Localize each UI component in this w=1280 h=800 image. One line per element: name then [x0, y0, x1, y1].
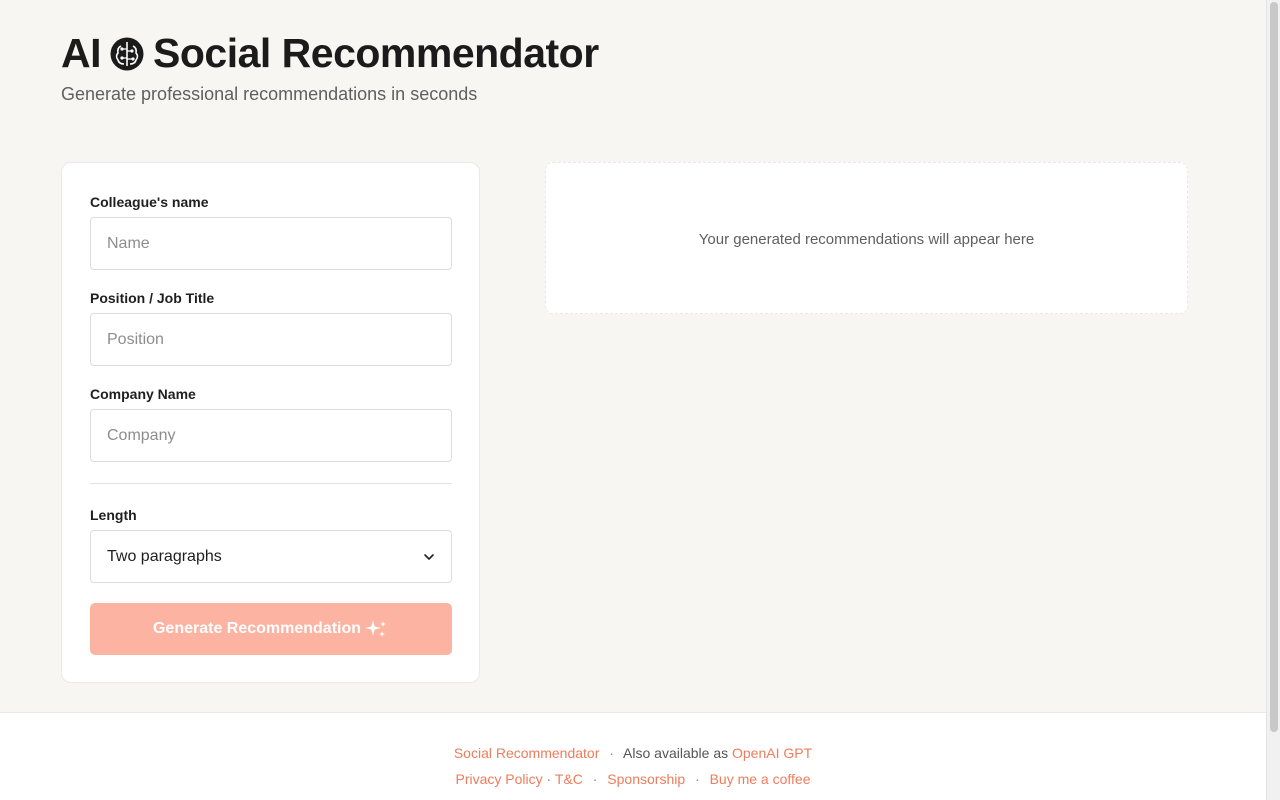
- sparkles-icon: [365, 620, 387, 637]
- footer-privacy-link[interactable]: Privacy Policy: [456, 771, 543, 787]
- vertical-scrollbar[interactable]: [1266, 0, 1280, 800]
- length-selected-value: Two paragraphs: [107, 547, 222, 565]
- footer-sponsorship-link[interactable]: Sponsorship: [607, 771, 685, 787]
- name-label: Colleague's name: [90, 194, 209, 210]
- footer-separator: ·: [546, 771, 555, 787]
- footer-tc-link[interactable]: T&C: [555, 771, 583, 787]
- scrollbar-thumb[interactable]: [1270, 2, 1278, 732]
- header: AI Social Recommendator Generate profess…: [61, 30, 599, 105]
- footer-brand-link[interactable]: Social Recommendator: [454, 745, 600, 761]
- generate-recommendation-button[interactable]: Generate Recommendation: [90, 603, 452, 655]
- footer: Social Recommendator · Also available as…: [0, 712, 1266, 800]
- company-input[interactable]: [90, 409, 452, 462]
- footer-separator: ·: [695, 771, 700, 787]
- footer-separator: ·: [592, 771, 598, 787]
- page: AI Social Recommendator Generate profess…: [0, 0, 1266, 800]
- footer-coffee-link[interactable]: Buy me a coffee: [710, 771, 811, 787]
- output-placeholder: Your generated recommendations will appe…: [698, 231, 1035, 248]
- position-label: Position / Job Title: [90, 290, 215, 306]
- footer-separator: ·: [609, 745, 614, 761]
- footer-row-2: Privacy Policy · T&C · Sponsorship · Buy…: [0, 771, 1266, 787]
- recommendation-form: Colleague's name Position / Job Title Co…: [61, 162, 480, 683]
- chevron-down-icon: [424, 553, 434, 560]
- page-title: AI Social Recommendator: [61, 30, 599, 76]
- generate-button-label: Generate Recommendation: [152, 620, 362, 637]
- length-label: Length: [90, 507, 137, 523]
- title-prefix: AI: [61, 30, 102, 76]
- brain-icon: [109, 35, 145, 71]
- page-subtitle: Generate professional recommendations in…: [61, 84, 478, 104]
- form-divider: [90, 483, 452, 484]
- footer-also-text: Also available as: [623, 745, 729, 761]
- footer-row-1: Social Recommendator · Also available as…: [0, 745, 1266, 761]
- output-panel: Your generated recommendations will appe…: [545, 162, 1188, 314]
- length-select[interactable]: Two paragraphs: [90, 530, 452, 583]
- name-input[interactable]: [90, 217, 452, 270]
- company-label: Company Name: [90, 386, 196, 402]
- position-input[interactable]: [90, 313, 452, 366]
- footer-gpt-link[interactable]: OpenAI GPT: [732, 745, 812, 761]
- title-main: Social Recommendator: [153, 30, 599, 76]
